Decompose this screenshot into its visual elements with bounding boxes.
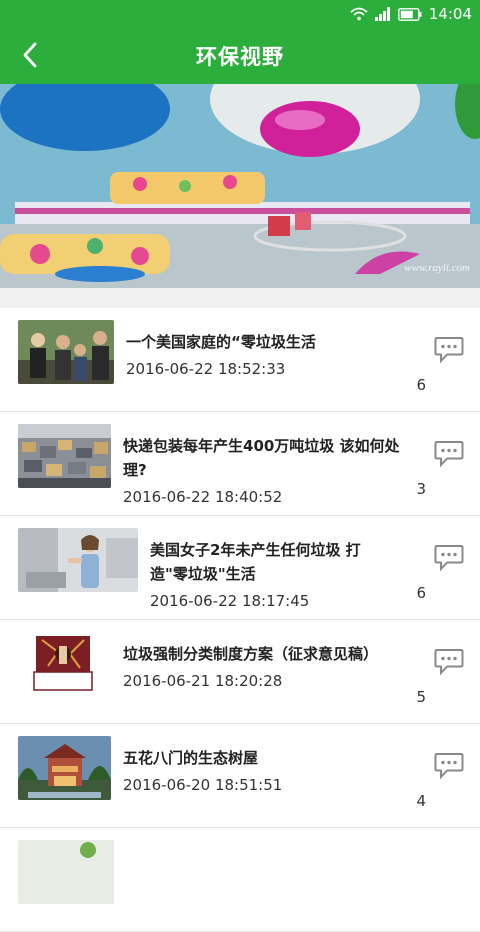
- comment-icon[interactable]: [434, 752, 464, 780]
- news-item[interactable]: [0, 828, 480, 932]
- status-bar: 14:04: [0, 0, 480, 30]
- news-title: 五花八门的生态树屋: [123, 749, 259, 767]
- app-header: 环保视野: [0, 30, 480, 84]
- news-title: 快递包装每年产生400万吨垃圾 该如何处理?: [123, 437, 400, 479]
- news-item[interactable]: 垃圾强制分类制度方案（征求意见稿） 2016-06-21 18:20:28 5: [0, 620, 480, 724]
- news-thumbnail: [18, 632, 111, 696]
- comment-count: 6: [416, 584, 426, 602]
- news-thumbnail: [18, 528, 138, 592]
- news-date: 2016-06-20 18:51:51: [123, 776, 283, 794]
- news-date: 2016-06-22 18:17:45: [150, 592, 310, 610]
- page-title: 环保视野: [196, 45, 284, 69]
- news-title: 一个美国家庭的“零垃圾生活: [126, 333, 316, 351]
- news-title: 美国女子2年未产生任何垃圾 打造"零垃圾"生活: [150, 541, 361, 583]
- comment-icon[interactable]: [434, 336, 464, 364]
- comment-count: 6: [416, 376, 426, 394]
- banner-image: [0, 84, 480, 288]
- status-icons: 14:04: [350, 5, 472, 23]
- news-item[interactable]: 美国女子2年未产生任何垃圾 打造"零垃圾"生活 2016-06-22 18:17…: [0, 516, 480, 620]
- signal-icon: [374, 7, 391, 21]
- comment-icon[interactable]: [434, 440, 464, 468]
- comment-count: 4: [416, 792, 426, 810]
- banner-carousel[interactable]: www.rayli.com: [0, 84, 480, 288]
- news-item[interactable]: 一个美国家庭的“零垃圾生活 2016-06-22 18:52:33 6: [0, 308, 480, 412]
- status-time: 14:04: [428, 5, 472, 23]
- news-title: 垃圾强制分类制度方案（征求意见稿）: [123, 645, 379, 663]
- news-thumbnail: [18, 736, 111, 800]
- news-thumbnail: [18, 840, 114, 904]
- battery-icon: [397, 7, 422, 21]
- news-item[interactable]: 五花八门的生态树屋 2016-06-20 18:51:51 4: [0, 724, 480, 828]
- news-date: 2016-06-22 18:40:52: [123, 488, 283, 506]
- news-date: 2016-06-22 18:52:33: [126, 360, 286, 378]
- banner-watermark: www.rayli.com: [404, 262, 470, 274]
- news-date: 2016-06-21 18:20:28: [123, 672, 283, 690]
- comment-count: 5: [416, 688, 426, 706]
- comment-count: 3: [416, 480, 426, 498]
- news-list: 一个美国家庭的“零垃圾生活 2016-06-22 18:52:33 6 快递包装…: [0, 308, 480, 932]
- news-thumbnail: [18, 424, 111, 488]
- comment-icon[interactable]: [434, 648, 464, 676]
- comment-icon[interactable]: [434, 544, 464, 572]
- news-item[interactable]: 快递包装每年产生400万吨垃圾 该如何处理? 2016-06-22 18:40:…: [0, 412, 480, 516]
- news-thumbnail: [18, 320, 114, 384]
- wifi-icon: [350, 7, 368, 21]
